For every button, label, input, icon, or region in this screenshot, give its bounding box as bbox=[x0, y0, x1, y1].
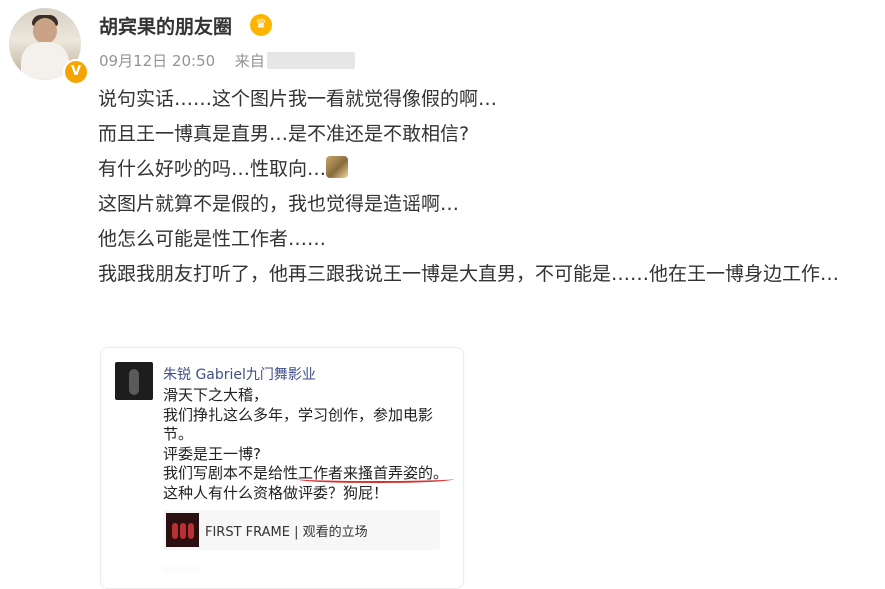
embedded-avatar bbox=[115, 362, 153, 400]
post-line: 我跟我朋友打听了，他再三跟我说王一博是大直男，不可能是……他在王一博身边工作… bbox=[98, 263, 840, 285]
blurred-emoji-icon bbox=[326, 156, 349, 178]
member-crown-icon[interactable]: ♛ bbox=[250, 14, 272, 36]
video-thumbnail-icon bbox=[166, 513, 199, 547]
embedded-line: 我们写剧本不是给性工作者来搔首弄姿的。这种人有什么资格做评委？狗屁！ bbox=[163, 464, 449, 502]
avatar-body bbox=[21, 42, 69, 80]
embedded-author-name: 朱锐 Gabriel九门舞影业 bbox=[163, 367, 316, 383]
username[interactable]: 胡宾果的朋友圈 bbox=[99, 12, 232, 39]
post-source-prefix: 来自 bbox=[234, 52, 265, 70]
post-line: 而且王一博真是直男…是不准还是不敢相信? bbox=[98, 123, 470, 145]
post-line: 他怎么可能是性工作者…… bbox=[98, 228, 327, 250]
embedded-link-title: FIRST FRAME | 观看的立场 bbox=[205, 525, 368, 540]
embedded-line: 评委是王一博? bbox=[163, 444, 261, 463]
embedded-avatar-figure bbox=[129, 369, 139, 395]
post-line-text: 有什么好吵的吗…性取向… bbox=[98, 158, 327, 180]
post-body: 说句实话……这个图片我一看就觉得像假的啊… 而且王一博真是直男…是不准还是不敢相… bbox=[98, 82, 878, 292]
embedded-image-card[interactable]: 朱锐 Gabriel九门舞影业 滑天下之大稽， 我们挣扎这么多年，学习创作，参加… bbox=[100, 347, 464, 589]
post-meta: 09月12日 20:50 来自 bbox=[99, 50, 355, 71]
post-line: 有什么好吵的吗…性取向… bbox=[98, 152, 878, 187]
avatar-head bbox=[33, 18, 57, 44]
post-line: 说句实话……这个图片我一看就觉得像假的啊… bbox=[98, 88, 498, 110]
embedded-line: 滑天下之大稽， bbox=[163, 386, 269, 404]
redacted-source bbox=[266, 52, 355, 69]
verified-badge-icon: V bbox=[63, 59, 89, 85]
embedded-post-text: 滑天下之大稽， 我们挣扎这么多年，学习创作，参加电影节。 评委是王一博? 我们写… bbox=[163, 386, 448, 503]
embedded-cutoff-text: ········ bbox=[163, 562, 199, 578]
embedded-link-card: FIRST FRAME | 观看的立场 bbox=[163, 510, 440, 550]
red-underline-annotation bbox=[296, 475, 454, 483]
post-line: 这图片就算不是假的，我也觉得是造谣啊… bbox=[98, 193, 460, 215]
post-timestamp[interactable]: 09月12日 20:50 bbox=[99, 52, 215, 70]
embedded-line: 我们挣扎这么多年，学习创作，参加电影节。 bbox=[163, 405, 434, 444]
